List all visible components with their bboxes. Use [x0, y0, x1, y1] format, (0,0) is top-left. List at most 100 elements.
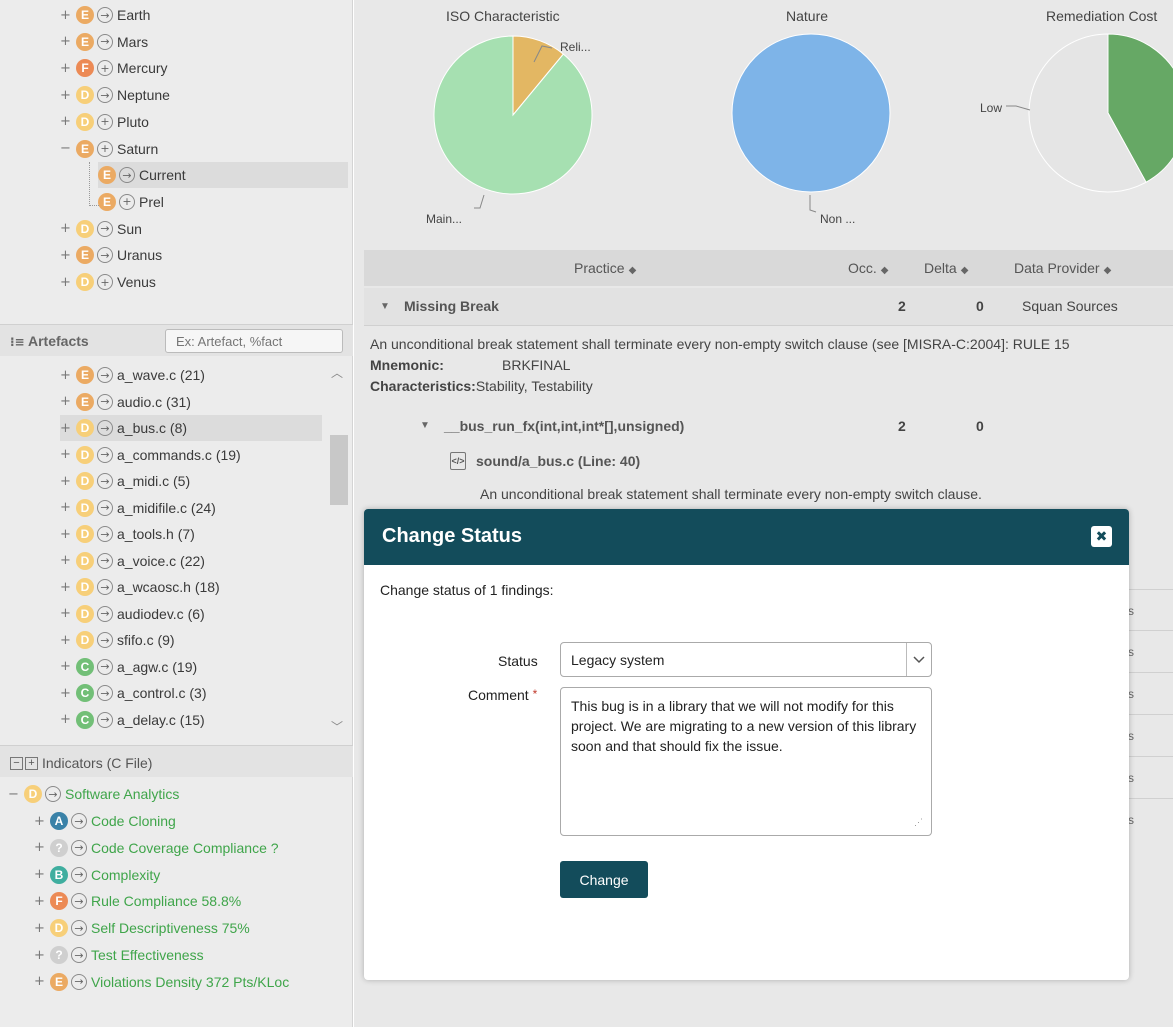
scrollbar-thumb[interactable]	[330, 435, 348, 505]
expand-icon[interactable]: +	[34, 975, 45, 988]
resize-grip-icon[interactable]: ⋰	[914, 817, 923, 828]
expand-icon[interactable]: +	[60, 395, 71, 408]
tree-item-label[interactable]: a_agw.c (19)	[117, 659, 197, 675]
scroll-down-icon[interactable]: ﹀	[331, 718, 343, 735]
expand-icon[interactable]: +	[34, 841, 45, 854]
expand-icon[interactable]: +	[60, 422, 71, 435]
tree-item-label[interactable]: Venus	[117, 274, 156, 290]
expand-all-icon[interactable]: +	[25, 756, 38, 770]
expand-icon[interactable]: +	[60, 222, 71, 235]
expand-triangle-icon[interactable]: ▼	[420, 420, 430, 431]
sort-icon[interactable]: ◆	[629, 265, 637, 276]
tree-item-label[interactable]: Rule Compliance 58.8%	[91, 893, 241, 909]
col-practice[interactable]: Practice ◆	[574, 260, 636, 276]
expand-icon[interactable]: +	[60, 581, 71, 594]
artefact-item[interactable]: + C → a_control.c (3)	[60, 680, 206, 706]
sort-icon[interactable]: ◆	[961, 265, 969, 276]
artefact-item[interactable]: + D → a_bus.c (8)	[60, 415, 322, 441]
project-sun[interactable]: + D → Sun	[60, 216, 142, 242]
expand-icon[interactable]: +	[60, 89, 71, 102]
add-circle-icon[interactable]: +	[97, 140, 113, 157]
indicator-item[interactable]: + F → Rule Compliance 58.8%	[34, 888, 241, 914]
expand-icon[interactable]: +	[60, 554, 71, 567]
tree-item-label[interactable]: a_voice.c (22)	[117, 553, 205, 569]
project-venus[interactable]: + D + Venus	[60, 269, 156, 295]
comment-textarea[interactable]: This bug is in a library that we will no…	[560, 687, 932, 836]
tree-item-label[interactable]: Code Coverage Compliance ?	[91, 840, 279, 856]
expand-icon[interactable]: +	[60, 9, 71, 22]
artefact-item[interactable]: + E → audio.c (31)	[60, 389, 191, 415]
artefact-item[interactable]: + D → sfifo.c (9)	[60, 627, 175, 653]
artefact-item[interactable]: + E → a_wave.c (21)	[60, 362, 205, 388]
expand-icon[interactable]: +	[34, 949, 45, 962]
indicator-item[interactable]: +? → Test Effectiveness	[34, 942, 204, 968]
expand-icon[interactable]: +	[60, 35, 71, 48]
col-data-provider[interactable]: Data Provider ◆	[1014, 260, 1111, 276]
expand-icon[interactable]: +	[60, 369, 71, 382]
add-circle-icon[interactable]: +	[97, 113, 113, 130]
artefact-item[interactable]: + D → a_voice.c (22)	[60, 548, 205, 574]
artefact-item[interactable]: + C → a_delay.c (15)	[60, 707, 205, 733]
tree-item-label[interactable]: Prel	[139, 194, 164, 210]
arrow-circle-icon[interactable]: →	[97, 87, 113, 104]
artefact-item[interactable]: + D → a_midifile.c (24)	[60, 495, 216, 521]
project-current[interactable]: E → Current	[98, 162, 348, 189]
close-icon[interactable]: ✖	[1091, 526, 1112, 547]
status-select[interactable]: Legacy system	[560, 642, 932, 677]
arrow-circle-icon[interactable]: →	[97, 685, 113, 701]
tree-item-label[interactable]: a_midifile.c (24)	[117, 500, 216, 516]
arrow-circle-icon[interactable]: →	[97, 552, 113, 569]
arrow-circle-icon[interactable]: →	[97, 420, 113, 436]
indicator-item[interactable]: + E → Violations Density 372 Pts/KLoc	[34, 969, 289, 995]
artefact-item[interactable]: + D → a_midi.c (5)	[60, 468, 190, 494]
file-link[interactable]: </> sound/a_bus.c (Line: 40)	[450, 452, 640, 470]
arrow-circle-icon[interactable]: →	[119, 167, 135, 184]
tree-item-label[interactable]: a_commands.c (19)	[117, 447, 241, 463]
collapse-icon[interactable]: −	[60, 142, 71, 155]
tree-item-label[interactable]: a_midi.c (5)	[117, 473, 190, 489]
expand-icon[interactable]: +	[34, 868, 45, 881]
artefacts-scrollbar[interactable]: ︿ ﹀	[327, 358, 349, 742]
tree-item-label[interactable]: Mars	[117, 34, 148, 50]
tree-item-label[interactable]: Sun	[117, 221, 142, 237]
expand-icon[interactable]: +	[60, 634, 71, 647]
pie-slice[interactable]	[433, 35, 593, 195]
arrow-circle-icon[interactable]: →	[71, 866, 87, 883]
change-button[interactable]: Change	[560, 861, 648, 898]
expand-icon[interactable]: +	[60, 660, 71, 673]
arrow-circle-icon[interactable]: →	[71, 920, 87, 937]
project-mercury[interactable]: + F + Mercury	[60, 55, 168, 81]
tree-item-label[interactable]: Saturn	[117, 141, 158, 157]
artefact-item[interactable]: + D → audiodev.c (6)	[60, 601, 205, 627]
arrow-circle-icon[interactable]: →	[97, 446, 113, 463]
tree-item-label[interactable]: Violations Density 372 Pts/KLoc	[91, 974, 289, 990]
tree-item-label[interactable]: a_tools.h (7)	[117, 526, 195, 542]
tree-item-label[interactable]: Software Analytics	[65, 786, 179, 802]
scroll-up-icon[interactable]: ︿	[331, 364, 343, 381]
tree-item-label[interactable]: Complexity	[91, 867, 160, 883]
expand-icon[interactable]: +	[60, 249, 71, 262]
arrow-circle-icon[interactable]: →	[71, 947, 87, 963]
project-mars[interactable]: + E → Mars	[60, 29, 148, 55]
tree-item-label[interactable]: a_wcaosc.h (18)	[117, 579, 220, 595]
project-prel[interactable]: E + Prel	[98, 189, 164, 215]
collapse-icon[interactable]: −	[8, 788, 19, 801]
tree-item-label[interactable]: Pluto	[117, 114, 149, 130]
expand-triangle-icon[interactable]: ▼	[380, 301, 390, 312]
project-earth[interactable]: + E → Earth	[60, 2, 150, 28]
expand-icon[interactable]: +	[60, 62, 71, 75]
arrow-circle-icon[interactable]: →	[97, 367, 113, 383]
arrow-circle-icon[interactable]: →	[97, 473, 113, 489]
arrow-circle-icon[interactable]: →	[97, 393, 113, 410]
add-circle-icon[interactable]: +	[97, 274, 113, 290]
tree-item-label[interactable]: a_control.c (3)	[117, 685, 206, 701]
arrow-circle-icon[interactable]: →	[97, 579, 113, 595]
project-saturn[interactable]: − E + Saturn	[60, 136, 158, 162]
expand-icon[interactable]: +	[60, 475, 71, 488]
expand-icon[interactable]: +	[34, 815, 45, 828]
tree-item-label[interactable]: Uranus	[117, 247, 162, 263]
arrow-circle-icon[interactable]: →	[71, 893, 87, 910]
arrow-circle-icon[interactable]: →	[71, 839, 87, 856]
col-occ[interactable]: Occ. ◆	[848, 260, 888, 276]
indicator-item[interactable]: + A → Code Cloning	[34, 808, 176, 834]
